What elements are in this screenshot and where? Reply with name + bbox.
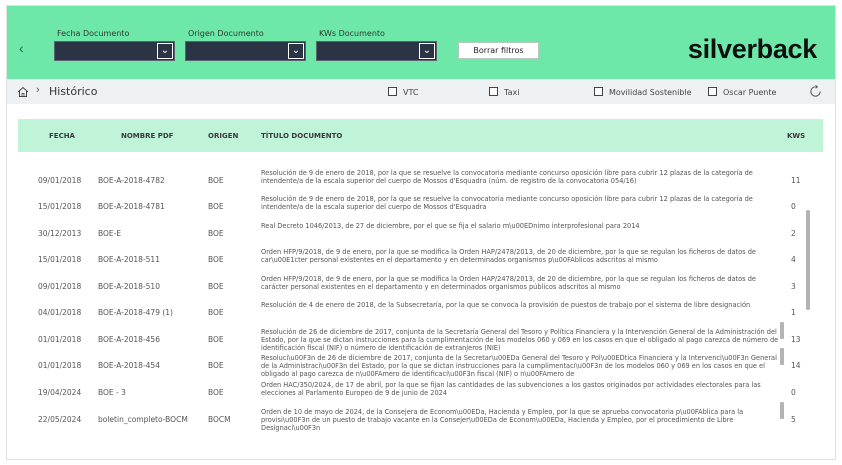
kws-filter-label: KWs Documento xyxy=(319,29,385,38)
refresh-icon[interactable] xyxy=(808,84,823,99)
cell-titulo: Resolución de 4 de enero de 2018, de la … xyxy=(261,301,751,309)
cell-origen: BOE xyxy=(208,176,224,185)
cell-kws: 1 xyxy=(791,308,796,317)
cell-titulo: Resolución de 9 de enero de 2018, por la… xyxy=(261,169,753,185)
checkbox-icon[interactable] xyxy=(708,87,717,96)
origen-dropdown[interactable]: ⌄ xyxy=(185,41,306,61)
cell-fecha: 30/12/2013 xyxy=(38,229,82,238)
table-row[interactable]: 09/01/2018 BOE-A-2018-4782 BOE Resolució… xyxy=(18,163,801,189)
cell-titulo: Orden HFP/9/2018, de 9 de enero, por la … xyxy=(261,275,756,291)
table-row[interactable]: 15/01/2018 BOE-A-2018-4781 BOE Resolució… xyxy=(18,189,796,215)
checkbox-icon[interactable] xyxy=(388,87,397,96)
cell-kws: 5 xyxy=(791,415,796,424)
cell-kws: 0 xyxy=(791,388,796,397)
cell-titulo: Real Decreto 1046/2013, de 27 de diciemb… xyxy=(261,222,640,230)
cell-origen: BOE xyxy=(208,255,224,264)
fecha-filter-label: Fecha Documento xyxy=(57,29,130,38)
cell-fecha: 01/01/2018 xyxy=(38,361,82,370)
filter-bar: ‹ Fecha Documento ⌄ Origen Documento ⌄ K… xyxy=(7,6,835,79)
chevron-down-icon[interactable]: ⌄ xyxy=(157,43,173,59)
cell-origen: BOE xyxy=(208,388,224,397)
cell-nombre-pdf: BOE-A-2018-456 xyxy=(98,335,160,344)
cell-fecha: 15/01/2018 xyxy=(38,255,82,264)
cell-origen: BOE xyxy=(208,282,224,291)
row-scrollbar[interactable] xyxy=(780,322,784,339)
table-row[interactable]: 01/01/2018 BOE-A-2018-454 BOE Resoluci\u… xyxy=(18,348,801,378)
fecha-dropdown[interactable]: ⌄ xyxy=(54,41,175,61)
cell-kws: 14 xyxy=(791,361,801,370)
header-fecha[interactable]: FECHA xyxy=(49,132,75,140)
origen-filter-label: Origen Documento xyxy=(188,29,264,38)
cell-nombre-pdf: BOE-A-2018-454 xyxy=(98,361,160,370)
cell-origen: BOCM xyxy=(208,415,231,424)
cell-fecha: 04/01/2018 xyxy=(38,308,82,317)
cell-titulo: Orden HAC/350/2024, de 17 de abril, por … xyxy=(261,381,761,397)
table-row[interactable]: 15/01/2018 BOE-A-2018-511 BOE Orden HFP/… xyxy=(18,242,796,268)
cell-kws: 2 xyxy=(791,229,796,238)
brand-logo: silverback xyxy=(687,34,817,64)
table-row[interactable]: 04/01/2018 BOE-A-2018-479 (1) BOE Resolu… xyxy=(18,295,796,321)
cell-kws: 3 xyxy=(791,282,796,291)
cell-origen: BOE xyxy=(208,335,224,344)
breadcrumb: › Histórico VTC Taxi Movilidad Sostenibl… xyxy=(7,79,835,104)
cell-nombre-pdf: BOE-A-2018-479 (1) xyxy=(98,308,173,317)
table-row[interactable]: 09/01/2018 BOE-A-2018-510 BOE Orden HFP/… xyxy=(18,269,796,295)
app-frame: ‹ Fecha Documento ⌄ Origen Documento ⌄ K… xyxy=(6,5,836,460)
table-row[interactable]: 01/01/2018 BOE-A-2018-456 BOE Resolución… xyxy=(18,322,801,352)
row-scrollbar[interactable] xyxy=(780,402,784,419)
table-body: 09/01/2018 BOE-A-2018-4782 BOE Resolució… xyxy=(18,152,823,452)
kws-dropdown[interactable]: ⌄ xyxy=(316,41,437,61)
cell-fecha: 01/01/2018 xyxy=(38,335,82,344)
chevron-right-icon: › xyxy=(36,84,40,96)
table-header: FECHA NOMBRE PDF ORIGEN TÍTULO DOCUMENTO… xyxy=(18,119,823,152)
cell-kws: 4 xyxy=(791,255,796,264)
cell-fecha: 09/01/2018 xyxy=(38,282,82,291)
cell-nombre-pdf: boletin_completo-BOCM xyxy=(98,415,188,424)
cell-nombre-pdf: BOE-A-2018-4781 xyxy=(98,202,165,211)
table-scrollbar[interactable] xyxy=(806,210,810,310)
cell-kws: 11 xyxy=(791,176,801,185)
cell-titulo: Resolución de 9 de enero de 2018, por la… xyxy=(261,195,753,211)
category-oscar-puente[interactable]: Oscar Puente xyxy=(708,87,776,97)
row-scrollbar[interactable] xyxy=(780,348,784,365)
cell-nombre-pdf: BOE-A-2018-4782 xyxy=(98,176,165,185)
table-row[interactable]: 19/04/2024 BOE - 3 BOE Orden HAC/350/202… xyxy=(18,375,796,401)
chevron-down-icon[interactable]: ⌄ xyxy=(288,43,304,59)
header-origen[interactable]: ORIGEN xyxy=(208,132,238,140)
cell-titulo: Orden de 10 de mayo de 2024, de la Conse… xyxy=(261,408,744,432)
cell-fecha: 15/01/2018 xyxy=(38,202,82,211)
category-movilidad[interactable]: Movilidad Sostenible xyxy=(594,87,692,97)
cell-origen: BOE xyxy=(208,202,224,211)
checkbox-icon[interactable] xyxy=(594,87,603,96)
header-nombre-pdf[interactable]: NOMBRE PDF xyxy=(121,132,173,140)
category-taxi[interactable]: Taxi xyxy=(489,87,519,97)
cell-kws: 13 xyxy=(791,335,801,344)
table-row[interactable]: 30/12/2013 BOE-E BOE Real Decreto 1046/2… xyxy=(18,216,796,242)
home-icon[interactable] xyxy=(17,86,29,98)
cell-origen: BOE xyxy=(208,361,224,370)
cell-nombre-pdf: BOE - 3 xyxy=(98,388,126,397)
checkbox-icon[interactable] xyxy=(489,87,498,96)
cell-nombre-pdf: BOE-A-2018-510 xyxy=(98,282,160,291)
clear-filters-button[interactable]: Borrar filtros xyxy=(458,42,539,59)
chevron-down-icon[interactable]: ⌄ xyxy=(419,43,435,59)
header-titulo[interactable]: TÍTULO DOCUMENTO xyxy=(261,132,342,140)
back-arrow-icon[interactable]: ‹ xyxy=(19,41,29,55)
cell-nombre-pdf: BOE-A-2018-511 xyxy=(98,255,160,264)
category-vtc[interactable]: VTC xyxy=(388,87,418,97)
cell-fecha: 19/04/2024 xyxy=(38,388,82,397)
page-title: Histórico xyxy=(49,85,98,98)
cell-nombre-pdf: BOE-E xyxy=(98,229,122,238)
cell-origen: BOE xyxy=(208,308,224,317)
header-kws[interactable]: KWS xyxy=(787,132,805,140)
cell-titulo: Orden HFP/9/2018, de 9 de enero, por la … xyxy=(261,248,756,264)
cell-fecha: 22/05/2024 xyxy=(38,415,82,424)
cell-fecha: 09/01/2018 xyxy=(38,176,82,185)
cell-kws: 0 xyxy=(791,202,796,211)
table-row[interactable]: 22/05/2024 boletin_completo-BOCM BOCM Or… xyxy=(18,402,796,432)
cell-origen: BOE xyxy=(208,229,224,238)
